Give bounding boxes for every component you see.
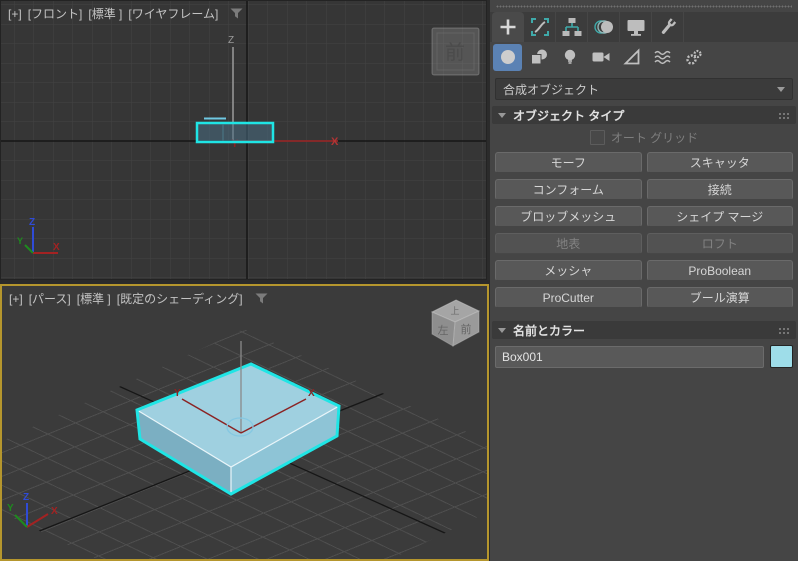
viewport-menu-shading[interactable]: [既定のシェーディング] [117, 290, 243, 307]
tripod-z-label: Z [23, 492, 29, 503]
category-cameras[interactable] [586, 44, 615, 71]
tab-modify[interactable] [524, 12, 556, 42]
viewport-menu-plus[interactable]: [+] [9, 292, 23, 306]
panel-drag-handle[interactable] [496, 5, 792, 8]
gears-icon [685, 49, 702, 65]
tripod-x-label: X [51, 506, 58, 517]
tripod-y-label: Y [17, 236, 23, 246]
button-boolean[interactable]: ブール演算 [646, 287, 793, 308]
utilities-wrench-icon [661, 18, 676, 34]
rollout-collapse-icon [498, 112, 506, 118]
object-type-buttons: モーフ スキャッタ コンフォーム 接続 ブロッブメッシュ シェイプ マージ 地表… [490, 150, 798, 316]
perspective-scene: Y X Z X Y 上 左 前 [2, 299, 487, 553]
tab-create[interactable] [492, 12, 524, 42]
tab-display[interactable] [620, 12, 652, 42]
viewcube-perspective[interactable]: 上 左 前 [430, 299, 481, 347]
button-conform[interactable]: コンフォーム [495, 179, 642, 200]
category-lights[interactable] [555, 44, 584, 71]
viewport-menu-view[interactable]: [パース] [29, 290, 71, 307]
gizmo-x-label: X [331, 136, 339, 148]
tripod-x-label: X [53, 242, 60, 253]
button-mesher[interactable]: メッシャ [495, 260, 642, 281]
front-scene: Z X Y Z X Y 前 [1, 1, 486, 279]
name-and-color-row [490, 339, 798, 374]
perspective-axis-tripod: Z X Y [7, 492, 58, 528]
tab-utilities[interactable] [652, 12, 684, 42]
viewcube-front-label: 前 [445, 41, 465, 64]
rollout-grip-icon [777, 110, 790, 120]
viewcube-left-label: 左 [438, 324, 449, 337]
gizmo-y-label: Y [174, 388, 181, 399]
motion-icon [593, 20, 613, 34]
tabbar-filler [684, 12, 798, 42]
command-panel: 合成オブジェクト オブジェクト タイプ オート グリッド モーフ スキャッタ コ… [490, 0, 798, 561]
lightbulb-icon [564, 49, 575, 64]
button-morph[interactable]: モーフ [495, 152, 642, 173]
front-viewport-label: [+] [フロント] [標準 ] [ワイヤフレーム] [8, 5, 243, 22]
category-space-warps[interactable] [648, 44, 677, 71]
category-helpers[interactable] [617, 44, 646, 71]
button-procutter[interactable]: ProCutter [495, 287, 642, 308]
display-monitor-icon [627, 20, 644, 36]
create-plus-icon [500, 19, 515, 35]
viewport-menu-plus[interactable]: [+] [8, 7, 22, 21]
auto-grid-checkbox[interactable] [589, 129, 605, 145]
set-square-icon [622, 48, 639, 65]
rollout-collapse-icon [498, 327, 506, 333]
object-name-input[interactable] [495, 345, 764, 368]
dropdown-value: 合成オブジェクト [503, 82, 600, 97]
viewport-menu-standard[interactable]: [標準 ] [77, 290, 111, 307]
gizmo-z-label: Z [228, 35, 234, 46]
chevron-down-icon [777, 86, 785, 92]
category-systems[interactable] [679, 44, 708, 71]
button-terrain[interactable]: 地表 [495, 233, 642, 254]
button-shapemerge[interactable]: シェイプ マージ [646, 206, 793, 227]
button-scatter[interactable]: スキャッタ [646, 152, 793, 173]
viewport-menu-view[interactable]: [フロント] [28, 5, 83, 22]
tab-hierarchy[interactable] [556, 12, 588, 42]
object-color-swatch[interactable] [770, 345, 793, 368]
tab-motion[interactable] [588, 12, 620, 42]
button-blobmesh[interactable]: ブロッブメッシュ [495, 206, 642, 227]
perspective-viewport-label: [+] [パース] [標準 ] [既定のシェーディング] [9, 290, 268, 307]
box001-wireframe[interactable] [195, 117, 275, 144]
command-panel-tabs [490, 12, 798, 42]
rollout-grip-icon [777, 325, 790, 335]
category-shapes[interactable] [524, 44, 553, 71]
3ds-max-window: Z X Y Z X Y 前 [+] [フロント] [標準] [ワイヤフレーム]… [0, 0, 798, 561]
tripod-z-label: Z [29, 217, 35, 228]
camera-icon [592, 52, 609, 62]
object-category-dropdown[interactable]: 合成オブジェクト [495, 78, 793, 100]
rollout-object-type[interactable]: オブジェクト タイプ [492, 106, 796, 124]
create-categories [490, 42, 798, 72]
button-connect[interactable]: 接続 [646, 179, 793, 200]
viewcube-front-label: 前 [461, 322, 472, 336]
tripod-y-label: Y [7, 503, 14, 514]
geometry-sphere-icon [500, 50, 515, 64]
gizmo-x-label: X [308, 388, 315, 399]
waves-icon [653, 50, 671, 65]
rollout-title: 名前とカラー [513, 323, 586, 338]
button-proboolean[interactable]: ProBoolean [646, 260, 793, 281]
rollout-title: オブジェクト タイプ [513, 108, 625, 123]
viewcube-front[interactable]: 前 [431, 27, 480, 76]
rollout-name-and-color[interactable]: 名前とカラー [492, 321, 796, 339]
viewport-filter-icon[interactable] [230, 8, 243, 19]
auto-grid-row: オート グリッド [490, 124, 798, 150]
viewcube-top-label: 上 [450, 306, 459, 316]
hierarchy-icon [562, 18, 581, 36]
category-geometry[interactable] [493, 43, 522, 71]
viewport-front[interactable]: Z X Y Z X Y 前 [+] [フロント] [標準] [ワイヤフレーム] [0, 0, 487, 280]
viewport-menu-standard[interactable]: [標準 ] [88, 5, 122, 22]
viewport-perspective[interactable]: Y X Z X Y 上 左 前 [+] [パース] [標準] [既定のシェーデ… [0, 284, 489, 561]
viewport-menu-shading[interactable]: [ワイヤフレーム] [128, 5, 218, 22]
shapes-icon [530, 49, 547, 65]
box001[interactable] [135, 362, 341, 496]
button-loft[interactable]: ロフト [646, 233, 793, 254]
modify-icon [530, 18, 549, 36]
viewport-filter-icon[interactable] [255, 293, 268, 304]
auto-grid-label: オート グリッド [610, 130, 699, 145]
